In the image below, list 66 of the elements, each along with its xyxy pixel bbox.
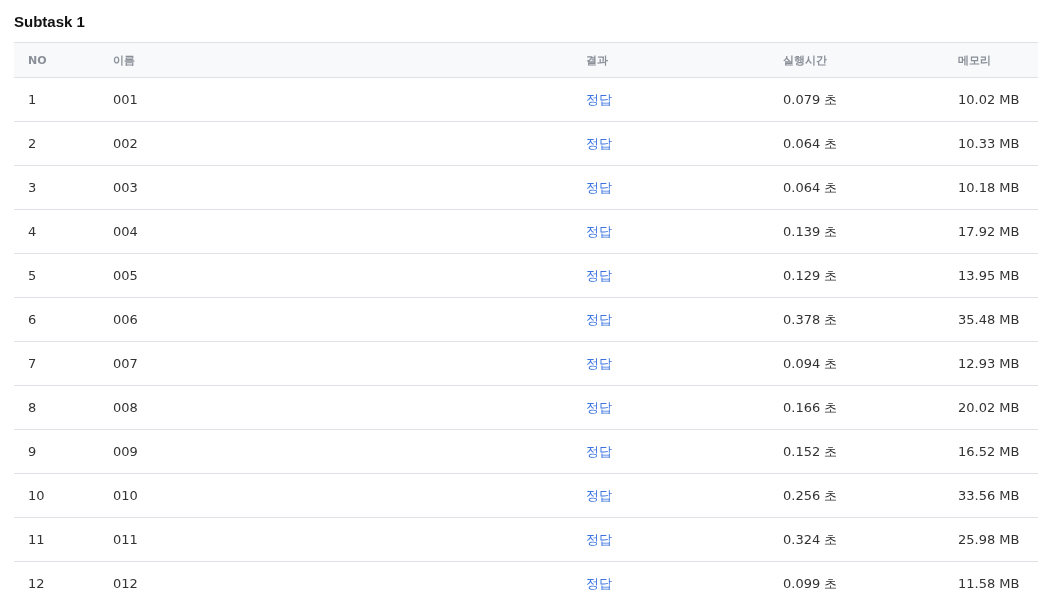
- result-link[interactable]: 정답: [586, 178, 612, 197]
- table-cell: 16.52 MB: [958, 444, 1020, 459]
- table-cell: 5: [28, 268, 37, 283]
- column-header: 이름: [99, 42, 572, 78]
- table-cell: 0.139 초: [783, 222, 838, 241]
- table-cell: 20.02 MB: [958, 400, 1020, 415]
- table-cell: 7: [28, 356, 37, 371]
- table-cell: 4: [28, 224, 37, 239]
- table-cell: 001: [113, 92, 138, 107]
- result-link[interactable]: 정답: [586, 222, 612, 241]
- result-link[interactable]: 정답: [586, 398, 612, 417]
- result-link[interactable]: 정답: [586, 266, 612, 285]
- table-cell: 006: [113, 312, 138, 327]
- result-link[interactable]: 정답: [586, 486, 612, 505]
- column-header: 메모리: [944, 42, 1038, 78]
- table-cell: 10.33 MB: [958, 136, 1020, 151]
- table-cell: 0.256 초: [783, 486, 838, 505]
- table-cell: 12.93 MB: [958, 356, 1020, 371]
- table-cell: 1: [28, 92, 37, 107]
- table-cell: 0.129 초: [783, 266, 838, 285]
- table-cell: 0.166 초: [783, 398, 838, 417]
- table-cell: 012: [113, 576, 138, 591]
- result-link[interactable]: 정답: [586, 354, 612, 373]
- table-cell: 002: [113, 136, 138, 151]
- result-link[interactable]: 정답: [586, 530, 612, 549]
- table-cell: 0.079 초: [783, 90, 838, 109]
- table-cell: 2: [28, 136, 37, 151]
- table-cell: 011: [113, 532, 138, 547]
- table-cell: 003: [113, 180, 138, 195]
- table-cell: 12: [28, 576, 45, 591]
- table-cell: 010: [113, 488, 138, 503]
- column-header: NO: [14, 42, 99, 78]
- column-header: 결과: [572, 42, 769, 78]
- table-cell: 0.324 초: [783, 530, 838, 549]
- table-cell: 0.094 초: [783, 354, 838, 373]
- table-cell: 10: [28, 488, 45, 503]
- table-cell: 6: [28, 312, 37, 327]
- table-cell: 25.98 MB: [958, 532, 1020, 547]
- table-cell: 35.48 MB: [958, 312, 1020, 327]
- table-cell: 10.18 MB: [958, 180, 1020, 195]
- table-cell: 13.95 MB: [958, 268, 1020, 283]
- table-cell: 005: [113, 268, 138, 283]
- table-cell: 0.064 초: [783, 134, 838, 153]
- table-cell: 007: [113, 356, 138, 371]
- table-cell: 11.58 MB: [958, 576, 1020, 591]
- table-cell: 008: [113, 400, 138, 415]
- table-cell: 11: [28, 532, 45, 547]
- result-link[interactable]: 정답: [586, 134, 612, 153]
- result-link[interactable]: 정답: [586, 90, 612, 109]
- table-cell: 17.92 MB: [958, 224, 1020, 239]
- table-cell: 009: [113, 444, 138, 459]
- table-cell: 0.099 초: [783, 574, 838, 593]
- subtask-title: Subtask 1: [14, 13, 85, 30]
- table-cell: 0.152 초: [783, 442, 838, 461]
- table-cell: 10.02 MB: [958, 92, 1020, 107]
- table-cell: 33.56 MB: [958, 488, 1020, 503]
- table-cell: 9: [28, 444, 37, 459]
- column-header: 실행시간: [769, 42, 944, 78]
- table-cell: 004: [113, 224, 138, 239]
- result-link[interactable]: 정답: [586, 574, 612, 593]
- table-cell: 0.378 초: [783, 310, 838, 329]
- table-cell: 0.064 초: [783, 178, 838, 197]
- result-link[interactable]: 정답: [586, 310, 612, 329]
- result-link[interactable]: 정답: [586, 442, 612, 461]
- table-cell: 8: [28, 400, 37, 415]
- table-cell: 3: [28, 180, 37, 195]
